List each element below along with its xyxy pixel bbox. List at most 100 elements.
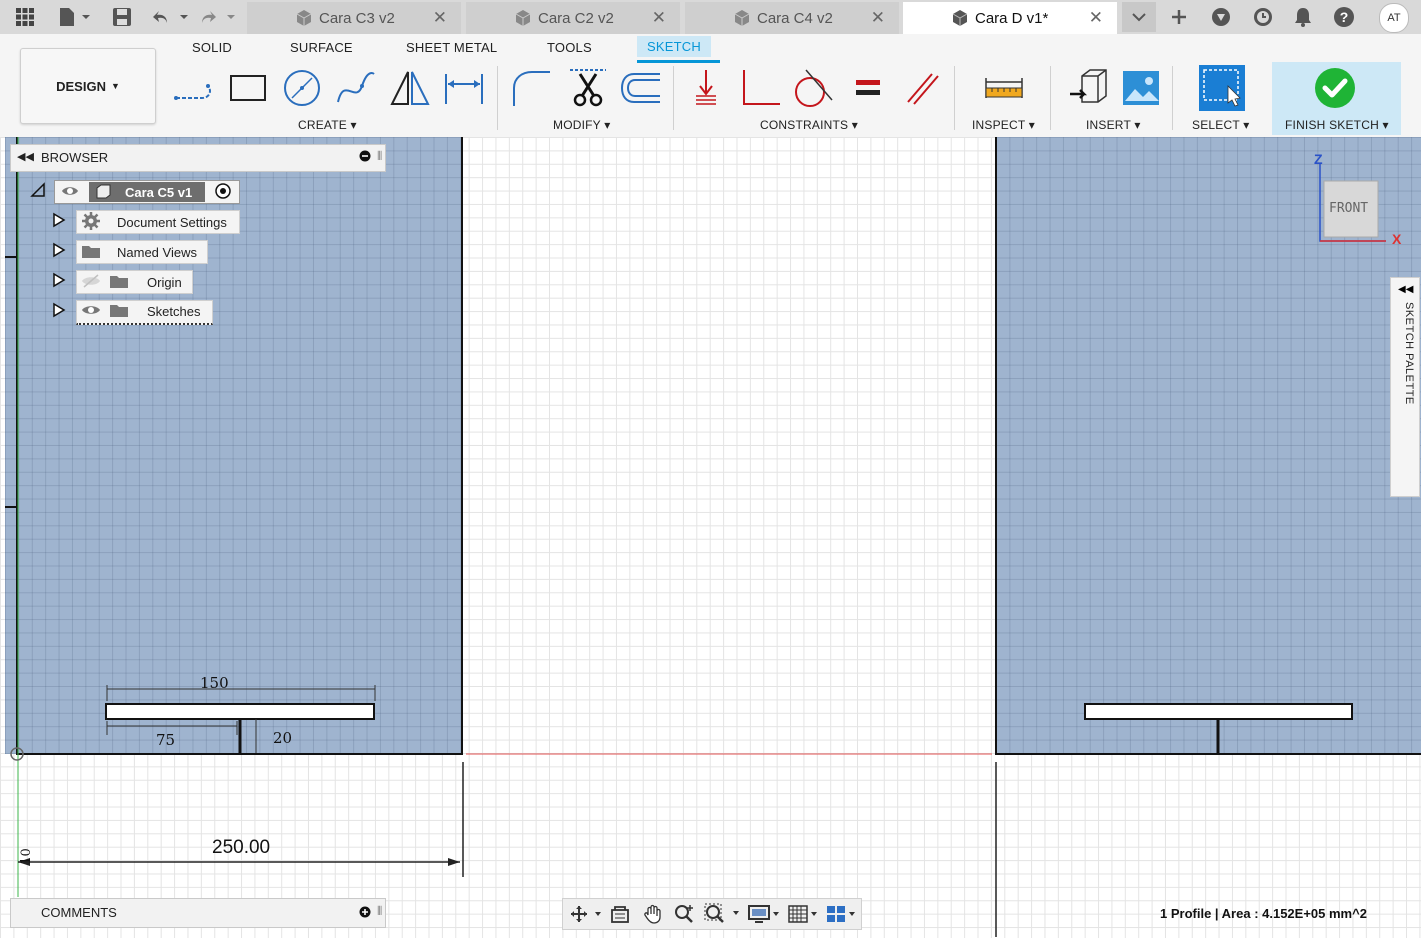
- browser-item-label: Sketches: [147, 304, 201, 319]
- browser-title: BROWSER: [41, 150, 109, 165]
- fit-zoom-window-icon[interactable]: [703, 903, 743, 925]
- sketch-palette-tab[interactable]: ◀◀ SKETCH PALETTE: [1390, 277, 1420, 497]
- undo-icon[interactable]: [150, 4, 190, 30]
- dimension-20[interactable]: 20: [273, 729, 292, 747]
- dimension-250[interactable]: 250.00: [212, 837, 270, 859]
- add-comment-icon[interactable]: [359, 906, 371, 921]
- perpendicular-constraint-icon[interactable]: [738, 66, 782, 110]
- ribbon-divider: [497, 66, 498, 130]
- tab-cara-c2[interactable]: Cara C2 v2 ✕: [466, 2, 680, 34]
- activate-radio-icon[interactable]: [215, 182, 231, 202]
- viewports-icon[interactable]: [825, 903, 859, 925]
- rectangle-tool-icon[interactable]: [226, 66, 270, 110]
- select-tool-icon[interactable]: [1198, 64, 1246, 112]
- insert-canvas-image-icon[interactable]: [1119, 66, 1163, 110]
- finish-checkmark-icon[interactable]: [1313, 66, 1357, 110]
- user-avatar[interactable]: AT: [1379, 3, 1409, 33]
- tab-cara-d[interactable]: Cara D v1* ✕: [903, 2, 1117, 34]
- grid-settings-icon[interactable]: [787, 903, 821, 925]
- tab-cara-c4[interactable]: Cara C4 v2 ✕: [685, 2, 899, 34]
- new-tab-plus-icon[interactable]: [1164, 4, 1194, 30]
- group-create-label[interactable]: CREATE ▾: [298, 118, 357, 132]
- look-at-icon[interactable]: [609, 903, 631, 925]
- ribbon-divider: [673, 66, 674, 130]
- display-settings-icon[interactable]: [747, 903, 783, 925]
- insert-derive-icon[interactable]: [1066, 66, 1110, 110]
- view-cube-face-front[interactable]: FRONT: [1329, 201, 1368, 216]
- root-component-selected[interactable]: Cara C5 v1: [89, 182, 205, 202]
- browser-root-row[interactable]: Cara C5 v1: [30, 180, 240, 204]
- view-cube[interactable]: Z X FRONT: [1314, 151, 1401, 247]
- browser-item-named-views[interactable]: Named Views: [52, 240, 208, 264]
- hidden-eye-icon[interactable]: [81, 273, 101, 291]
- app-grid-icon[interactable]: [12, 4, 38, 30]
- zoom-icon[interactable]: [673, 903, 695, 925]
- close-icon[interactable]: ✕: [1089, 8, 1103, 28]
- pan-hand-icon[interactable]: [641, 903, 663, 925]
- trim-scissors-icon[interactable]: [566, 66, 610, 110]
- spline-tool-icon[interactable]: [334, 66, 378, 110]
- orbit-icon[interactable]: [569, 903, 603, 925]
- extensions-icon[interactable]: [1206, 4, 1236, 30]
- comments-title: COMMENTS: [41, 905, 117, 920]
- collapsed-triangle-icon[interactable]: [52, 242, 66, 263]
- group-select-label[interactable]: SELECT ▾: [1192, 118, 1249, 132]
- fillet-tool-icon[interactable]: [510, 66, 554, 110]
- collapsed-triangle-icon[interactable]: [52, 302, 66, 323]
- expand-panel-icon[interactable]: ◀◀: [1398, 284, 1413, 295]
- mirror-tool-icon[interactable]: [388, 66, 432, 110]
- axis-x-label: X: [1392, 231, 1402, 247]
- group-inspect-label[interactable]: INSPECT ▾: [972, 118, 1035, 132]
- browser-item-label: Named Views: [117, 244, 197, 260]
- fix-constraint-icon[interactable]: [684, 66, 728, 110]
- tab-cara-c3[interactable]: Cara C3 v2 ✕: [247, 2, 461, 34]
- tab-surface[interactable]: SURFACE: [290, 40, 353, 55]
- workspace-switcher-button[interactable]: DESIGN ▼: [20, 48, 156, 124]
- visibility-eye-icon[interactable]: [61, 185, 79, 200]
- collapsed-triangle-icon[interactable]: [52, 272, 66, 293]
- close-icon[interactable]: ✕: [871, 8, 885, 28]
- tab-tools[interactable]: TOOLS: [547, 40, 592, 55]
- notifications-bell-icon[interactable]: [1290, 4, 1316, 30]
- tab-solid[interactable]: SOLID: [192, 40, 232, 55]
- line-tool-icon[interactable]: [172, 66, 216, 110]
- sketch-dimension-tool-icon[interactable]: [442, 66, 486, 110]
- offset-tool-icon[interactable]: [618, 66, 662, 110]
- group-insert-label[interactable]: INSERT ▾: [1086, 118, 1141, 132]
- visibility-eye-icon[interactable]: [81, 303, 101, 320]
- close-icon[interactable]: ✕: [652, 8, 666, 28]
- panel-pin-icon[interactable]: ⦀: [377, 149, 382, 164]
- help-icon[interactable]: ?: [1330, 4, 1358, 30]
- group-finish-label[interactable]: FINISH SKETCH ▾: [1285, 118, 1389, 132]
- job-status-clock-icon[interactable]: [1248, 4, 1278, 30]
- tab-overflow-chevron-icon[interactable]: [1122, 2, 1156, 32]
- component-icon: [96, 184, 111, 199]
- tab-label: Cara C3 v2: [319, 9, 395, 27]
- collapsed-triangle-icon[interactable]: [52, 212, 66, 233]
- panel-pin-icon[interactable]: ⦀: [377, 904, 382, 919]
- group-constraints-label[interactable]: CONSTRAINTS ▾: [760, 118, 858, 132]
- collapse-panel-icon[interactable]: ◀◀: [17, 150, 34, 163]
- save-icon[interactable]: [110, 4, 134, 30]
- expanded-triangle-icon[interactable]: [30, 181, 46, 203]
- equal-constraint-icon[interactable]: [846, 66, 890, 110]
- dimension-150[interactable]: 150: [200, 674, 229, 692]
- parallel-constraint-icon[interactable]: [900, 66, 944, 110]
- redo-icon[interactable]: [198, 4, 238, 30]
- dimension-75[interactable]: 75: [156, 731, 175, 749]
- circle-tool-icon[interactable]: [280, 66, 324, 110]
- title-bar: Cara C3 v2 ✕ Cara C2 v2 ✕ Cara C4 v2 ✕ C…: [0, 0, 1421, 34]
- measure-ruler-icon[interactable]: [982, 66, 1026, 110]
- tab-sheet-metal[interactable]: SHEET METAL: [406, 40, 497, 55]
- browser-item-origin[interactable]: Origin: [52, 270, 193, 294]
- dimension-10[interactable]: 10: [19, 848, 34, 865]
- tangent-constraint-icon[interactable]: [790, 66, 834, 110]
- minus-circle-icon[interactable]: [359, 150, 371, 165]
- browser-item-document-settings[interactable]: Document Settings: [52, 210, 240, 234]
- browser-item-sketches[interactable]: Sketches: [52, 299, 214, 325]
- file-menu-icon[interactable]: [54, 4, 94, 30]
- group-modify-label[interactable]: MODIFY ▾: [553, 118, 610, 132]
- tab-sketch[interactable]: SKETCH: [637, 36, 711, 57]
- sketch-canvas[interactable]: 150 75 20 250.00 10 Z X FRONT: [0, 137, 1421, 938]
- close-icon[interactable]: ✕: [433, 8, 447, 28]
